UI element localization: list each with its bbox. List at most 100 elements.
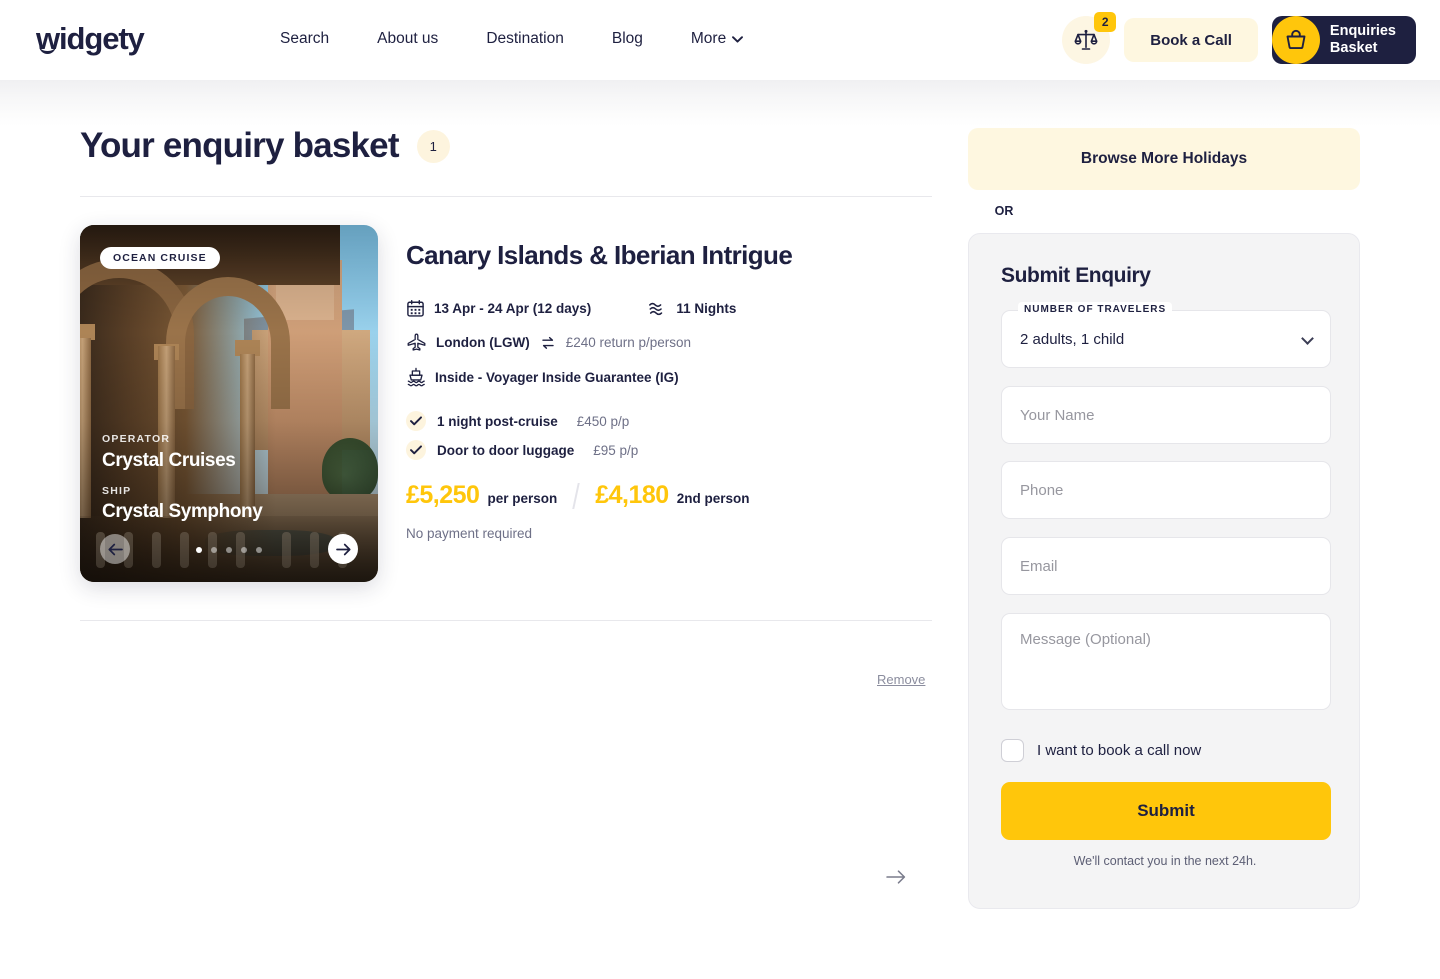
site-header: widgety Search About us Destination Blog… (0, 0, 1440, 80)
nav-item-about-us[interactable]: About us (353, 30, 462, 48)
nav-label: More (690, 30, 727, 47)
message-textarea[interactable]: Message (Optional) (1001, 613, 1331, 710)
page-root: widgety Search About us Destination Blog… (0, 0, 1440, 979)
airplane-icon (406, 332, 427, 353)
basket-count-badge: 1 (416, 129, 450, 163)
page-title: Your enquiry basket (80, 126, 399, 165)
trip-cabin: Inside - Voyager Inside Guarantee (IG) (406, 367, 679, 387)
basket-icon-circle (1271, 16, 1320, 64)
arrow-left-icon (107, 543, 123, 555)
header-actions: 2 Book a Call Enquiries Basket (1062, 0, 1416, 80)
trip-nights: 11 Nights (647, 300, 736, 318)
carousel-dot[interactable] (196, 547, 202, 553)
next-page-arrow-button[interactable] (886, 870, 906, 889)
panel-title: Submit Enquiry (1001, 264, 1151, 287)
payment-note: No payment required (406, 526, 533, 541)
addon-item: 1 night post-cruise £450 p/p (406, 411, 936, 431)
meta-row-flight: London (LGW) £240 return p/person (406, 332, 936, 353)
nav-item-blog[interactable]: Blog (588, 30, 667, 48)
divider-bottom (80, 620, 932, 621)
name-input[interactable]: Your Name (1001, 386, 1331, 444)
carousel-prev-button[interactable] (100, 534, 130, 564)
book-call-checkbox[interactable] (1001, 739, 1024, 762)
scales-icon (1074, 29, 1098, 50)
check-icon (410, 445, 422, 455)
trip-flight: London (LGW) £240 return p/person (406, 332, 691, 353)
price-second-person-unit: 2nd person (676, 491, 750, 506)
phone-input[interactable]: Phone (1001, 461, 1331, 519)
trip-details: Canary Islands & Iberian Intrigue 13 Apr… (406, 240, 936, 541)
basket-label-line2: Basket (1329, 40, 1378, 56)
carousel-dot[interactable] (211, 547, 217, 553)
addon-name: Door to door luggage (437, 442, 575, 458)
trip-nights-text: 11 Nights (676, 301, 737, 316)
or-label: OR (994, 204, 1014, 218)
browse-more-holidays-button[interactable]: Browse More Holidays (968, 128, 1360, 190)
operator-label: OPERATOR (102, 433, 171, 445)
waves-icon (647, 300, 667, 318)
check-icon-circle (406, 411, 426, 431)
flight-airport: London (LGW) (436, 335, 530, 350)
main-navigation: Search About us Destination Blog More (280, 30, 767, 48)
carousel-dot[interactable] (241, 547, 247, 553)
trip-image-card[interactable]: OCEAN CRUISE OPERATOR Crystal Cruises SH… (80, 225, 378, 582)
carousel-dot[interactable] (256, 547, 262, 553)
travelers-value: 2 adults, 1 child (1020, 330, 1125, 348)
email-input[interactable]: Email (1001, 537, 1331, 595)
meta-row-cabin: Inside - Voyager Inside Guarantee (IG) (406, 367, 936, 387)
operator-value: Crystal Cruises (102, 450, 236, 471)
meta-row-dates: 13 Apr - 24 Apr (12 days) 11 Nights (406, 299, 936, 318)
travelers-select[interactable]: NUMBER OF TRAVELERS 2 adults, 1 child (1001, 302, 1331, 368)
or-separator: OR (0, 204, 1440, 218)
book-call-checkbox-row[interactable]: I want to book a call now (1001, 739, 1201, 762)
nav-item-more[interactable]: More (667, 30, 767, 48)
addon-price: £95 p/p (593, 442, 639, 458)
logo[interactable]: widgety (36, 22, 145, 56)
price-second-person: £4,180 (595, 481, 669, 509)
image-scrim (80, 225, 378, 582)
basket-label-line1: Enquiries (1329, 23, 1396, 39)
price-per-person: £5,250 (406, 481, 480, 509)
ship-label: SHIP (102, 485, 132, 497)
enquiries-basket-button[interactable]: Enquiries Basket (1271, 16, 1416, 64)
trip-dates: 13 Apr - 24 Apr (12 days) (406, 299, 591, 318)
chevron-down-icon (1301, 332, 1314, 345)
trip-dates-text: 13 Apr - 24 Apr (12 days) (434, 301, 592, 316)
price-per-person-unit: per person (487, 491, 558, 506)
chevron-down-icon (732, 35, 744, 43)
nav-label: Search (280, 30, 330, 47)
check-icon (410, 416, 422, 426)
price-separator (572, 482, 581, 509)
main-content: Your enquiry basket 1 OCEAN CRUISE OPERA… (0, 80, 1440, 979)
carousel-next-button[interactable] (328, 534, 358, 564)
nav-item-search[interactable]: Search (280, 30, 353, 48)
remove-item-link[interactable]: Remove (877, 672, 925, 687)
nav-item-destination[interactable]: Destination (462, 30, 588, 48)
submit-button[interactable]: Submit (1001, 782, 1331, 840)
basket-icon (1286, 29, 1306, 50)
message-placeholder: Message (Optional) (1020, 631, 1151, 648)
travelers-label: NUMBER OF TRAVELERS (1018, 302, 1173, 317)
addon-price: £450 p/p (576, 413, 630, 429)
trip-title: Canary Islands & Iberian Intrigue (406, 240, 793, 270)
arrow-right-icon (886, 870, 906, 884)
ship-icon (406, 367, 426, 387)
addons-list: 1 night post-cruise £450 p/p Door to doo… (406, 411, 936, 460)
check-icon-circle (406, 440, 426, 460)
nav-label: Blog (611, 30, 643, 47)
email-placeholder: Email (1020, 557, 1058, 575)
nav-label: About us (377, 30, 439, 47)
divider-top (80, 196, 932, 197)
phone-placeholder: Phone (1020, 481, 1064, 499)
carousel-dot[interactable] (226, 547, 232, 553)
compare-button[interactable]: 2 (1062, 12, 1117, 64)
compare-badge: 2 (1094, 12, 1117, 32)
ship-value: Crystal Symphony (102, 501, 263, 522)
submit-enquiry-panel: Submit Enquiry NUMBER OF TRAVELERS 2 adu… (968, 233, 1360, 909)
flight-price: £240 return p/person (565, 335, 692, 350)
nav-label: Destination (486, 30, 564, 47)
cabin-text: Inside - Voyager Inside Guarantee (IG) (435, 369, 679, 385)
book-a-call-button[interactable]: Book a Call (1124, 18, 1258, 62)
addon-name: 1 night post-cruise (437, 413, 558, 429)
carousel-dots (196, 547, 262, 553)
